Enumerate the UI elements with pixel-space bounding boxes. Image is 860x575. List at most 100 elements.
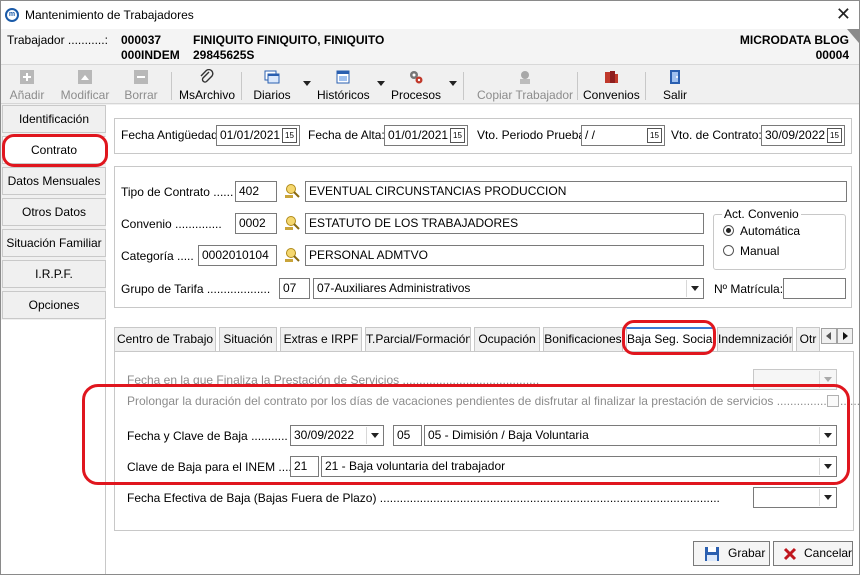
convenios-button[interactable]: Convenios (583, 66, 640, 104)
automatica-radio[interactable] (723, 225, 734, 236)
chevron-down-icon[interactable] (819, 489, 835, 506)
calendar-icon[interactable]: 15 (282, 128, 297, 143)
sidebar-item-contrato[interactable]: Contrato (2, 136, 106, 164)
tab-ocupacion[interactable]: Ocupación (474, 327, 540, 351)
toolbar-separator (463, 72, 464, 100)
clave-baja-select[interactable]: 05 - Dimisión / Baja Voluntaria (424, 425, 837, 446)
tarifa-code[interactable]: 07 (279, 278, 310, 299)
tarifa-select[interactable]: 07-Auxiliares Administrativos (313, 278, 704, 299)
convenio-code[interactable]: 0002 (235, 213, 277, 234)
exit-button[interactable]: Salir (657, 66, 693, 104)
copy-worker-icon (520, 71, 530, 84)
tab-centro-trabajo[interactable]: Centro de Trabajo (114, 327, 216, 351)
tab-scroll-right-button[interactable] (837, 328, 853, 344)
convenio-desc[interactable]: ESTATUTO DE LOS TRABAJADORES (305, 213, 704, 234)
diarios-button[interactable]: Diarios (251, 66, 293, 104)
modify-up-icon (78, 70, 92, 84)
matricula-input[interactable] (783, 278, 846, 299)
procesos-dropdown-icon[interactable] (449, 81, 457, 86)
cancel-button[interactable]: Cancelar (773, 541, 853, 566)
convenio-label: Convenio .............. (121, 217, 222, 231)
fecha-baja-value: 30/09/2022 (294, 428, 355, 442)
tipo-contrato-code[interactable]: 402 (235, 181, 277, 202)
tab-bonificaciones[interactable]: Bonificaciones (543, 327, 623, 351)
sidebar-item-irpf[interactable]: I.R.P.F. (2, 260, 106, 288)
plus-icon (20, 70, 34, 84)
sidebar-item-identificacion[interactable]: Identificación (2, 105, 106, 133)
alta-input[interactable]: 01/01/2021 15 (384, 125, 468, 146)
contrato-venc-value: 30/09/2022 (765, 128, 826, 142)
sidebar-item-datos-mensuales[interactable]: Datos Mensuales (2, 167, 106, 195)
add-button[interactable]: Añadir (7, 66, 47, 104)
chevron-down-icon[interactable] (819, 371, 835, 388)
modify-button[interactable]: Modificar (59, 66, 111, 104)
tarifa-label: Grupo de Tarifa ................... (121, 282, 271, 296)
delete-button[interactable]: Borrar (121, 66, 161, 104)
chevron-down-icon[interactable] (366, 427, 382, 444)
inem-label: Clave de Baja para el INEM ........ (127, 460, 306, 474)
modify-button-label: Modificar (60, 88, 110, 102)
gears-icon (410, 71, 423, 84)
close-icon[interactable]: ✕ (836, 4, 851, 24)
inem-code[interactable]: 21 (290, 456, 319, 477)
tipo-contrato-desc[interactable]: EVENTUAL CIRCUNSTANCIAS PRODUCCION (305, 181, 847, 202)
prueba-label: Vto. Periodo Prueba: (477, 128, 589, 142)
contrato-venc-input[interactable]: 30/09/2022 15 (761, 125, 845, 146)
categoria-desc[interactable]: PERSONAL ADMTVO (305, 245, 704, 266)
paperclip-icon (200, 69, 214, 83)
msarchivo-button[interactable]: MsArchivo (179, 66, 235, 104)
procesos-button[interactable]: Procesos (391, 66, 441, 104)
lookup-search-icon[interactable] (283, 246, 301, 264)
save-button[interactable]: Grabar (693, 541, 770, 566)
fin-prestacion-select[interactable] (753, 369, 837, 390)
inem-value: 21 - Baja voluntaria del trabajador (325, 459, 506, 473)
historicos-button[interactable]: Históricos (317, 66, 370, 104)
tarifa-select-value: 07-Auxiliares Administrativos (317, 281, 471, 295)
automatica-label: Automática (740, 224, 801, 238)
calendar-icon[interactable]: 15 (647, 128, 662, 143)
worker-code: 000037 (121, 33, 162, 47)
fecha-baja-select[interactable]: 30/09/2022 (290, 425, 384, 446)
floppy-disk-icon (705, 547, 719, 561)
worker-header: Trabajador ...........: 000037 000INDEM … (1, 29, 859, 65)
historicos-dropdown-icon[interactable] (377, 81, 385, 86)
sidebar-item-opciones[interactable]: Opciones (2, 291, 106, 319)
copy-worker-button[interactable]: Copiar Trabajador (477, 66, 573, 104)
prueba-input[interactable]: / / 15 (581, 125, 665, 146)
manual-radio[interactable] (723, 245, 734, 256)
chevron-down-icon[interactable] (686, 280, 702, 297)
prolongar-label: Prolongar la duración del contrato por l… (127, 394, 860, 408)
company-code: 00004 (815, 48, 849, 62)
calendar-icon[interactable]: 15 (450, 128, 465, 143)
tab-otros[interactable]: Otr (796, 327, 820, 351)
categoria-code[interactable]: 0002010104 (198, 245, 277, 266)
tab-indemnizacion[interactable]: Indemnización (717, 327, 793, 351)
clave-baja-code[interactable]: 05 (393, 425, 422, 446)
calendar-icon[interactable]: 15 (827, 128, 842, 143)
act-convenio-group: Act. Convenio (713, 207, 846, 270)
tab-baja-seg-social[interactable]: Baja Seg. Social (626, 327, 714, 352)
chevron-down-icon[interactable] (819, 427, 835, 444)
diarios-label: Diarios (253, 88, 291, 102)
sidebar-item-situacion-familiar[interactable]: Situación Familiar (2, 229, 106, 257)
sidebar-item-otros-datos[interactable]: Otros Datos (2, 198, 106, 226)
prolongar-checkbox[interactable] (827, 395, 839, 407)
tab-tparcial-formacion[interactable]: T.Parcial/Formación (365, 327, 471, 351)
delete-button-label: Borrar (124, 88, 158, 102)
tab-situacion[interactable]: Situación (219, 327, 277, 351)
diarios-dropdown-icon[interactable] (303, 81, 311, 86)
fin-prestacion-label: Fecha en la que Finaliza la Prestación d… (127, 373, 540, 387)
lookup-search-icon[interactable] (283, 182, 301, 200)
lookup-search-icon[interactable] (283, 214, 301, 232)
categoria-label: Categoría ..... (121, 249, 194, 263)
tipo-contrato-label: Tipo de Contrato ...... (121, 185, 234, 199)
antiguedad-input[interactable]: 01/01/2021 15 (216, 125, 300, 146)
cancel-x-icon (783, 547, 797, 561)
inem-select[interactable]: 21 - Baja voluntaria del trabajador (321, 456, 837, 477)
chevron-down-icon[interactable] (819, 458, 835, 475)
efectiva-select[interactable] (753, 487, 837, 508)
tab-scroll-left-button[interactable] (821, 328, 837, 344)
toolbar-separator (241, 72, 242, 100)
tab-extras-irpf[interactable]: Extras e IRPF (280, 327, 362, 351)
convenios-label: Convenios (583, 88, 640, 102)
